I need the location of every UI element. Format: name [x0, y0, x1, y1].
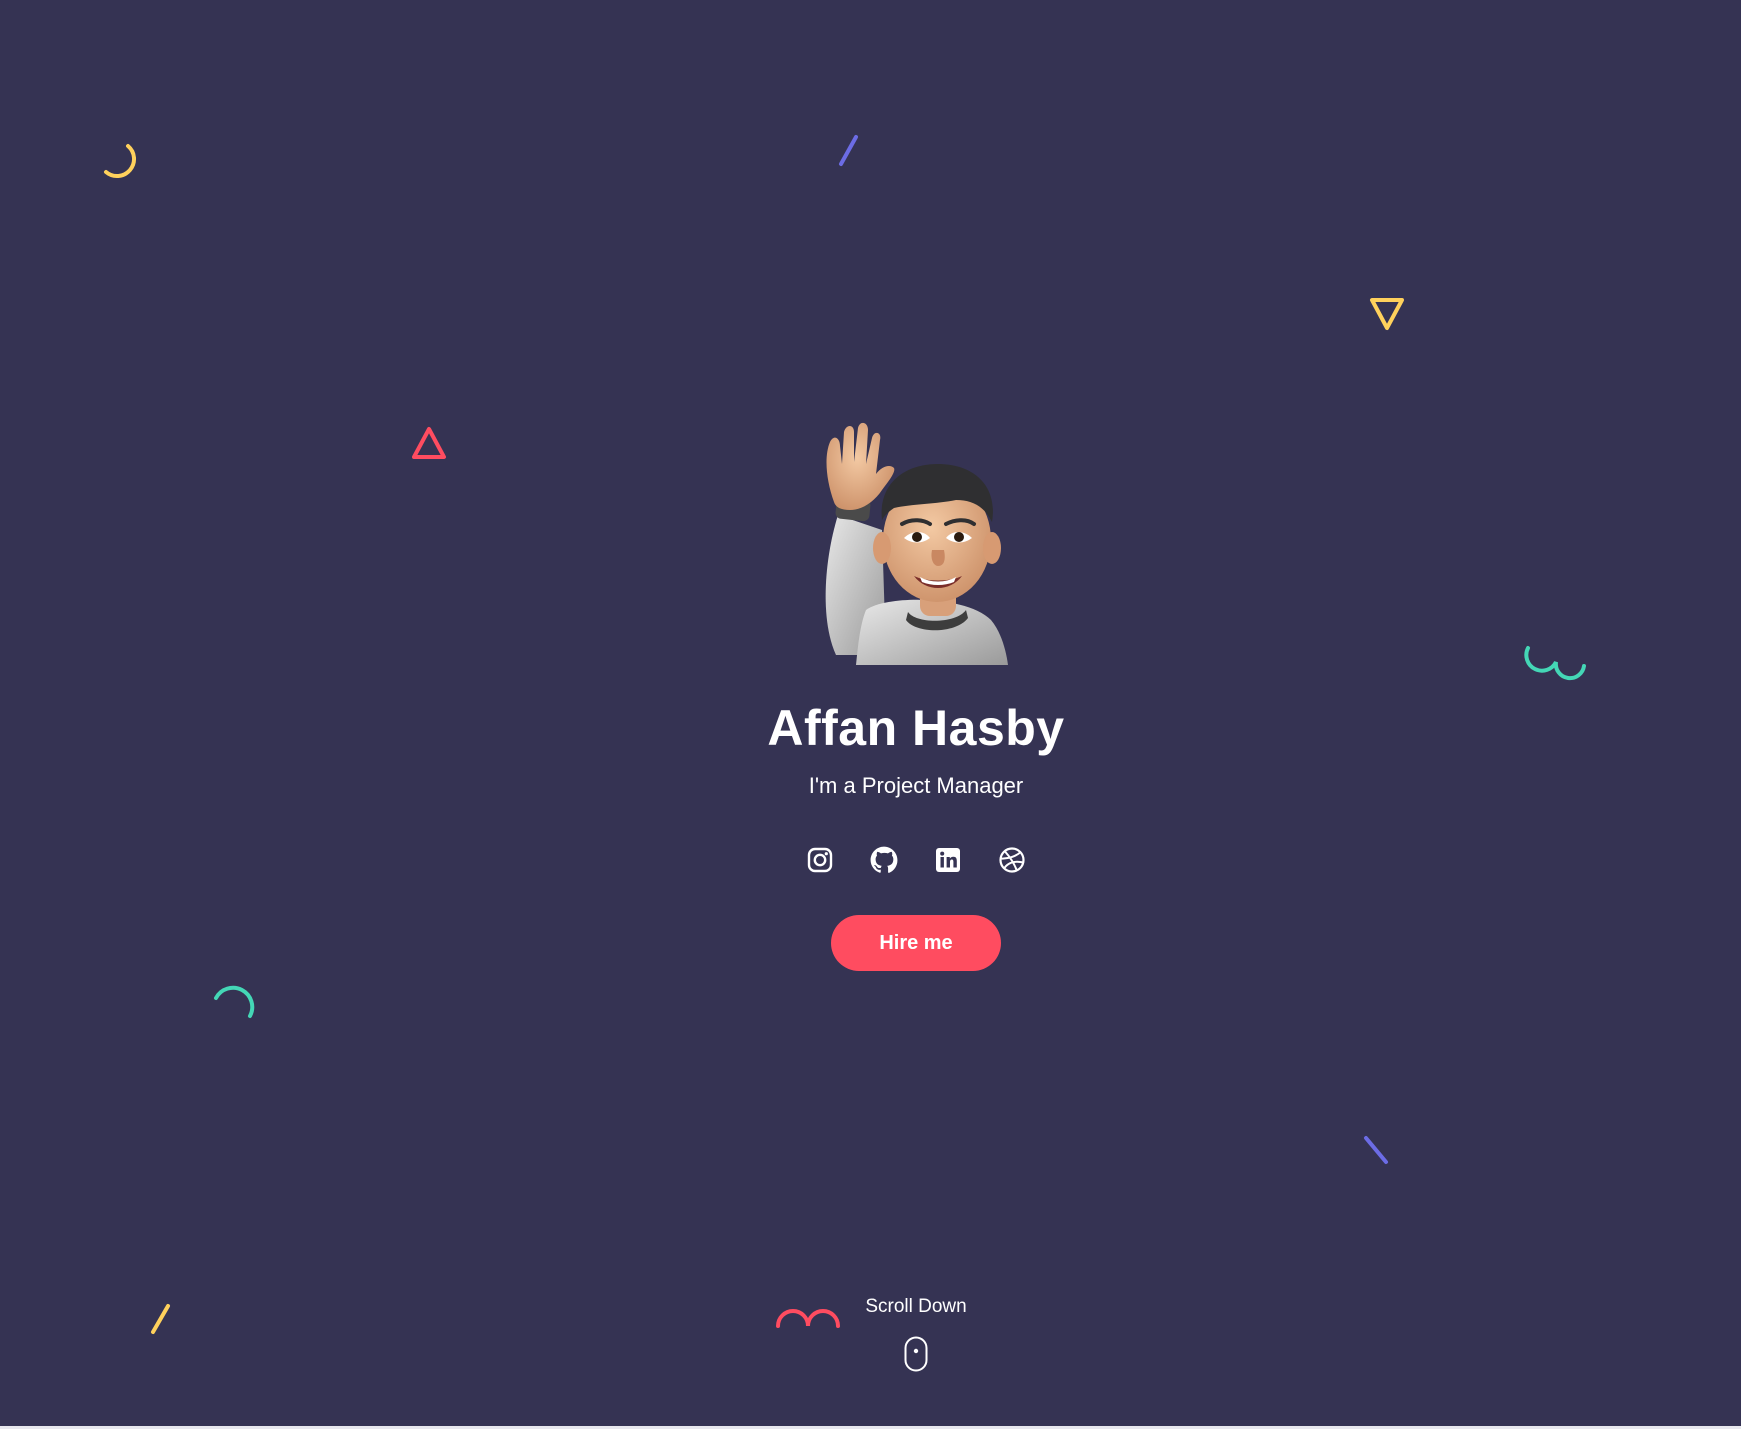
dribbble-link[interactable] — [998, 846, 1026, 874]
scroll-down-indicator[interactable]: Scroll Down — [0, 1296, 1741, 1372]
linkedin-icon — [936, 848, 960, 872]
github-link[interactable] — [870, 846, 898, 874]
scroll-down-label: Scroll Down — [865, 1296, 967, 1317]
dribbble-icon — [999, 847, 1025, 873]
teal-arc-shape — [214, 985, 255, 1018]
hero-name: Affan Hasby — [767, 700, 1065, 756]
hero-section: Affan Hasby I'm a Project Manager Hire m… — [0, 420, 1741, 971]
yellow-arc-shape — [104, 144, 136, 178]
mouse-icon — [904, 1336, 928, 1372]
instagram-icon — [807, 847, 833, 873]
instagram-link[interactable] — [806, 846, 834, 874]
yellow-triangle-down-shape — [1370, 298, 1404, 330]
hero-subtitle: I'm a Project Manager — [808, 773, 1024, 798]
hire-me-button[interactable]: Hire me — [831, 915, 1001, 971]
waving-memoji-avatar — [825, 422, 1008, 665]
social-links — [806, 846, 1026, 874]
purple-line-shape-2 — [1364, 1136, 1388, 1164]
purple-line-shape — [839, 135, 858, 166]
github-icon — [870, 846, 898, 873]
linkedin-link[interactable] — [934, 846, 962, 874]
